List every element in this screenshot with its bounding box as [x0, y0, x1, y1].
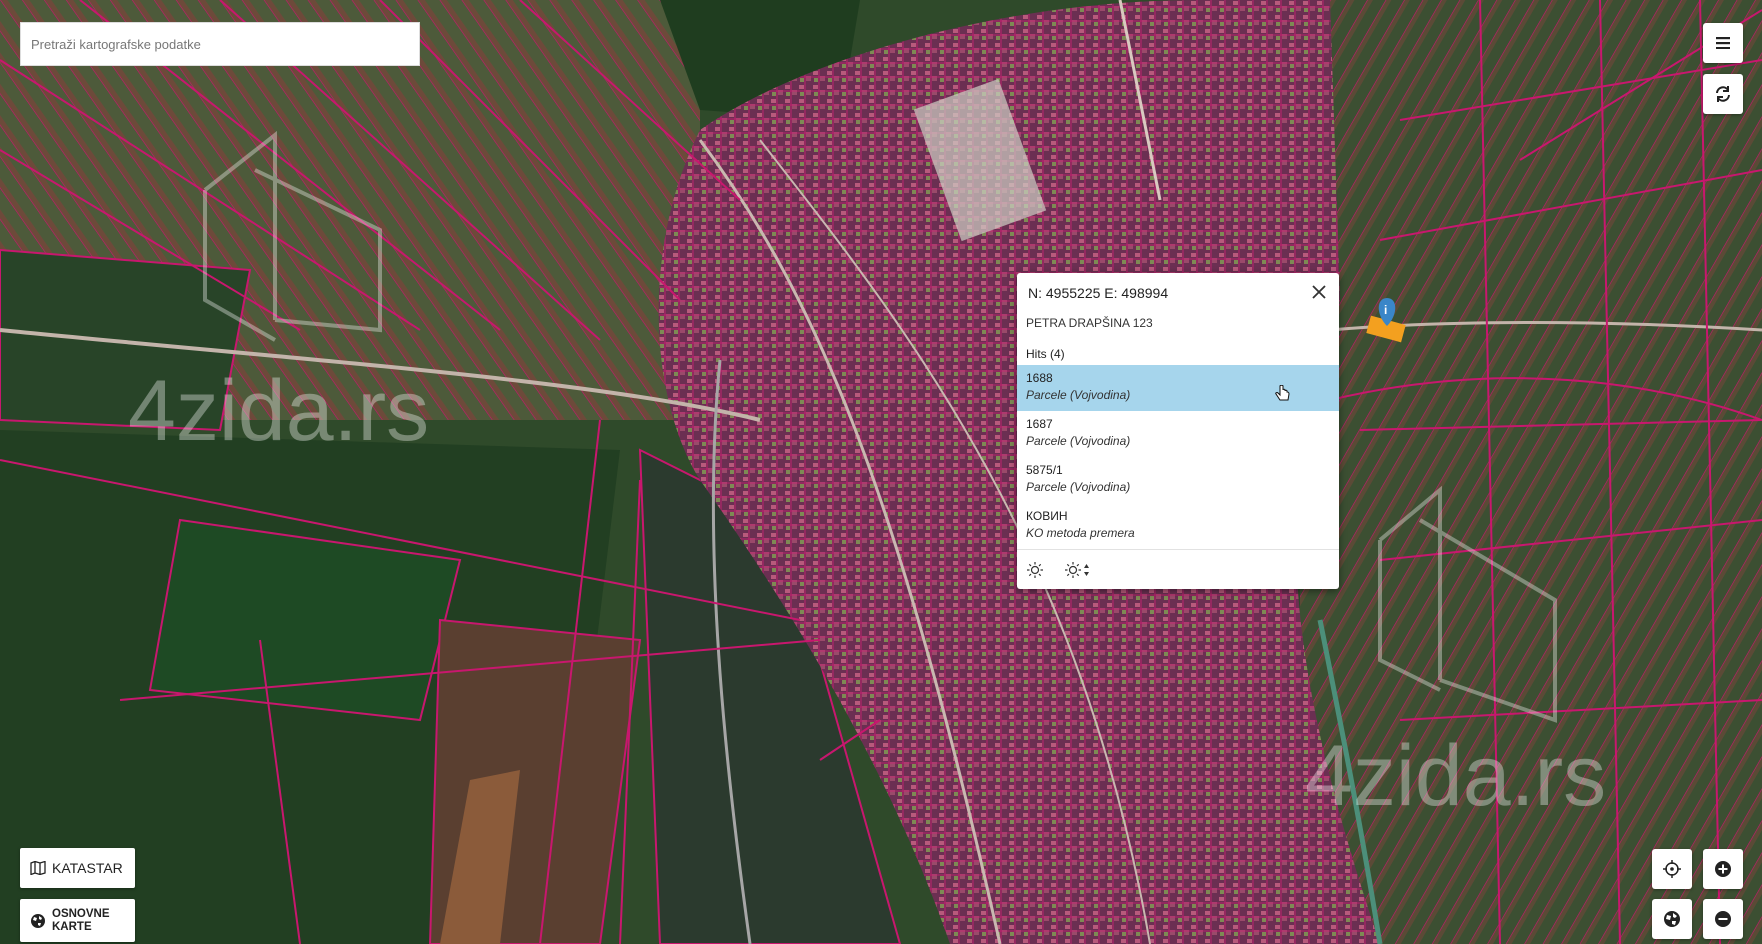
zoom-out-button[interactable] — [1703, 899, 1743, 939]
brightness-icon[interactable] — [1027, 562, 1043, 578]
hand-cursor-icon — [1275, 385, 1290, 401]
hits-list: 1688 Parcele (Vojvodina) 1687 Parcele (V… — [1017, 365, 1339, 549]
hit-title: 5875/1 — [1026, 463, 1063, 477]
hit-title: КОВИН — [1026, 509, 1068, 523]
popup-footer — [1017, 549, 1339, 590]
globe-icon — [1664, 911, 1680, 927]
hit-subtitle: Parcele (Vojvodina) — [1026, 480, 1131, 494]
close-popup-button[interactable] — [1309, 282, 1329, 302]
refresh-button[interactable] — [1703, 74, 1743, 114]
zoom-in-button[interactable] — [1703, 849, 1743, 889]
menu-button[interactable] — [1703, 23, 1743, 63]
hit-item[interactable]: КОВИН KO metoda premera — [1017, 503, 1339, 549]
address-label: PETRA DRAPŠINA 123 — [1026, 316, 1153, 330]
globe-button[interactable] — [1652, 899, 1692, 939]
osnovne-karte-button[interactable]: OSNOVNE KARTE — [20, 899, 135, 942]
satellite-map[interactable]: 4zida.rs 4zida.rs i — [0, 0, 1762, 944]
basemap-globe-icon — [31, 913, 45, 928]
hit-subtitle: Parcele (Vojvodina) — [1026, 434, 1131, 448]
hit-item[interactable]: 1688 Parcele (Vojvodina) — [1017, 365, 1339, 411]
crosshair-icon — [1663, 860, 1681, 878]
hits-count-label: Hits (4) — [1026, 347, 1065, 361]
watermark-text: 4zida.rs — [128, 363, 429, 459]
minus-circle-icon — [1715, 911, 1731, 927]
plus-circle-icon — [1715, 861, 1731, 877]
brightness-adjust-icon[interactable] — [1065, 562, 1091, 578]
katastar-label: KATASTAR — [52, 860, 123, 876]
hit-title: 1688 — [1026, 371, 1053, 385]
map-icon — [30, 861, 46, 875]
refresh-icon — [1716, 86, 1730, 102]
locate-button[interactable] — [1652, 849, 1692, 889]
hit-item[interactable]: 1687 Parcele (Vojvodina) — [1017, 411, 1339, 457]
katastar-button[interactable]: KATASTAR — [20, 848, 135, 888]
osnovne-label: OSNOVNE — [52, 907, 110, 920]
watermark-text: 4zida.rs — [1305, 728, 1606, 824]
svg-text:i: i — [1384, 303, 1387, 317]
feature-info-popup: N: 4955225 E: 498994 PETRA DRAPŠINA 123 … — [1017, 273, 1339, 589]
karte-label: KARTE — [52, 920, 92, 933]
hamburger-menu-icon — [1716, 37, 1730, 49]
hit-subtitle: KO metoda premera — [1026, 526, 1135, 540]
close-icon — [1312, 285, 1326, 299]
search-box[interactable] — [20, 22, 420, 66]
hit-title: 1687 — [1026, 417, 1053, 431]
coordinates-label: N: 4955225 E: 498994 — [1028, 285, 1169, 301]
hit-item[interactable]: 5875/1 Parcele (Vojvodina) — [1017, 457, 1339, 503]
search-input[interactable] — [29, 35, 411, 53]
